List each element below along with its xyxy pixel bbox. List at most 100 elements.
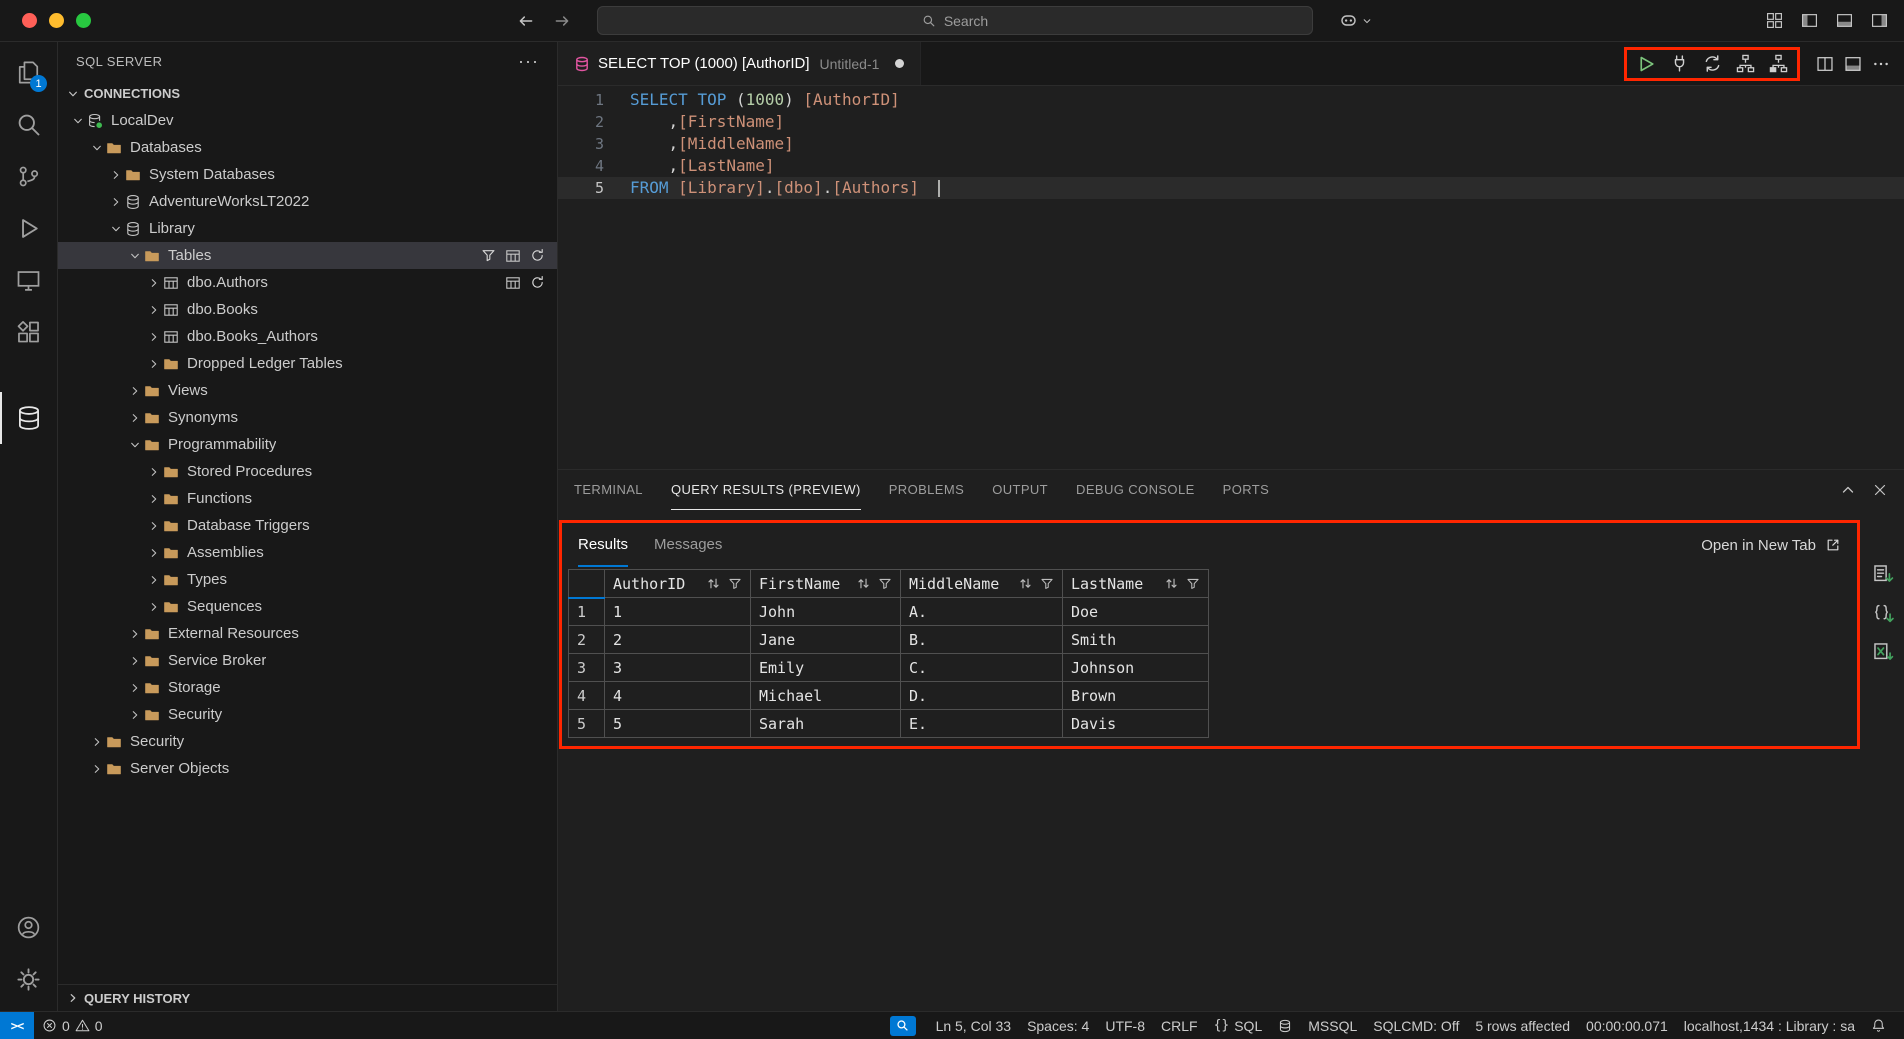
chevron-right-icon[interactable]: [144, 599, 163, 615]
chevron-right-icon[interactable]: [144, 329, 163, 345]
messages-tab[interactable]: Messages: [654, 523, 722, 567]
estimated-plan-icon[interactable]: [1736, 54, 1755, 73]
sidebar-more-actions-icon[interactable]: ···: [518, 51, 539, 72]
filter-icon[interactable]: [1040, 577, 1054, 591]
indentation-status[interactable]: Spaces: 4: [1019, 1012, 1097, 1039]
tree-item-system-databases[interactable]: System Databases: [58, 161, 557, 188]
extensions-icon[interactable]: [0, 306, 57, 358]
query-history-section-header[interactable]: QUERY HISTORY: [58, 984, 557, 1011]
run-debug-icon[interactable]: [0, 202, 57, 254]
grid-cell[interactable]: Sarah: [751, 710, 901, 738]
grid-cell[interactable]: Johnson: [1063, 654, 1209, 682]
tree-item-sequences[interactable]: Sequences: [58, 593, 557, 620]
code-line-1[interactable]: 1SELECT TOP (1000) [AuthorID]: [558, 89, 1904, 111]
chevron-down-icon[interactable]: [125, 248, 144, 264]
save-as-excel-icon[interactable]: [1873, 642, 1894, 663]
tree-item-dropped-ledger-tables[interactable]: Dropped Ledger Tables: [58, 350, 557, 377]
chevron-down-icon[interactable]: [125, 437, 144, 453]
tree-item-storage[interactable]: Storage: [58, 674, 557, 701]
editor-tab[interactable]: SELECT TOP (1000) [AuthorID] Untitled-1: [558, 42, 921, 85]
sqlcmd-status[interactable]: SQLCMD: Off: [1365, 1012, 1467, 1039]
change-connection-icon[interactable]: [1703, 54, 1722, 73]
filter-icon[interactable]: [878, 577, 892, 591]
tree-item-views[interactable]: Views: [58, 377, 557, 404]
filter-icon[interactable]: [481, 248, 496, 264]
grid-cell[interactable]: John: [751, 598, 901, 626]
grid-cell[interactable]: Smith: [1063, 626, 1209, 654]
grid-cell[interactable]: D.: [901, 682, 1063, 710]
toggle-primary-sidebar-icon[interactable]: [1801, 12, 1818, 29]
more-actions-icon[interactable]: [1872, 55, 1890, 73]
chevron-right-icon[interactable]: [87, 734, 106, 750]
tree-item-tables[interactable]: Tables: [58, 242, 557, 269]
tree-item-server-objects[interactable]: Server Objects: [58, 755, 557, 782]
panel-tab-terminal[interactable]: TERMINAL: [574, 470, 643, 510]
close-panel-icon[interactable]: [1872, 482, 1888, 498]
grid-row-number[interactable]: 4: [569, 682, 605, 710]
chevron-right-icon[interactable]: [125, 707, 144, 723]
chevron-down-icon[interactable]: [68, 113, 87, 129]
tree-item-service-broker[interactable]: Service Broker: [58, 647, 557, 674]
filter-icon[interactable]: [1186, 577, 1200, 591]
tree-item-dbo-books-authors[interactable]: dbo.Books_Authors: [58, 323, 557, 350]
code-line-5[interactable]: 5FROM [Library].[dbo].[Authors]: [558, 177, 1904, 199]
chevron-right-icon[interactable]: [106, 194, 125, 210]
panel-tab-output[interactable]: OUTPUT: [992, 470, 1048, 510]
connection-status[interactable]: localhost,1434 : Library : sa: [1676, 1012, 1863, 1039]
grid-column-header-middlename[interactable]: MiddleName: [901, 570, 1063, 598]
save-as-json-icon[interactable]: [1873, 603, 1894, 624]
refresh-icon[interactable]: [530, 275, 545, 291]
tree-item-functions[interactable]: Functions: [58, 485, 557, 512]
grid-column-header-authorid[interactable]: AuthorID: [605, 570, 751, 598]
source-control-icon[interactable]: [0, 150, 57, 202]
grid-cell[interactable]: C.: [901, 654, 1063, 682]
panel-tab-ports[interactable]: PORTS: [1223, 470, 1270, 510]
tree-item-external-resources[interactable]: External Resources: [58, 620, 557, 647]
notifications-bell-icon[interactable]: [1863, 1012, 1894, 1039]
sort-icon[interactable]: [1164, 576, 1179, 591]
code-line-4[interactable]: 4 ,[LastName]: [558, 155, 1904, 177]
chevron-down-icon[interactable]: [87, 140, 106, 156]
grid-cell[interactable]: B.: [901, 626, 1063, 654]
tree-item-types[interactable]: Types: [58, 566, 557, 593]
chevron-right-icon[interactable]: [144, 275, 163, 291]
grid-column-header-lastname[interactable]: LastName: [1063, 570, 1209, 598]
sql-server-view-icon[interactable]: [0, 392, 57, 444]
grid-column-header-firstname[interactable]: FirstName: [751, 570, 901, 598]
provider-status[interactable]: MSSQL: [1300, 1012, 1365, 1039]
panel-tab-query-results[interactable]: QUERY RESULTS (PREVIEW): [671, 470, 861, 510]
grid-cell[interactable]: E.: [901, 710, 1063, 738]
table-icon[interactable]: [505, 248, 521, 264]
grid-cell[interactable]: 2: [605, 626, 751, 654]
unsaved-changes-dot[interactable]: [895, 59, 904, 68]
code-line-2[interactable]: 2 ,[FirstName]: [558, 111, 1904, 133]
chevron-right-icon[interactable]: [106, 167, 125, 183]
grid-cell[interactable]: Jane: [751, 626, 901, 654]
tree-item-stored-procedures[interactable]: Stored Procedures: [58, 458, 557, 485]
results-tab[interactable]: Results: [578, 523, 628, 567]
table-icon[interactable]: [505, 275, 521, 291]
grid-cell[interactable]: 1: [605, 598, 751, 626]
open-in-new-tab-button[interactable]: Open in New Tab: [1701, 523, 1841, 567]
eol-status[interactable]: CRLF: [1153, 1012, 1206, 1039]
customize-layout-icon[interactable]: [1766, 12, 1783, 29]
chevron-right-icon[interactable]: [144, 518, 163, 534]
encoding-status[interactable]: UTF-8: [1097, 1012, 1153, 1039]
chevron-right-icon[interactable]: [125, 383, 144, 399]
split-editor-icon[interactable]: [1816, 55, 1834, 73]
tree-item-security[interactable]: Security: [58, 701, 557, 728]
tree-item-database-triggers[interactable]: Database Triggers: [58, 512, 557, 539]
grid-row-number[interactable]: 5: [569, 710, 605, 738]
grid-cell[interactable]: 3: [605, 654, 751, 682]
nav-forward-icon[interactable]: [553, 12, 571, 30]
explorer-icon[interactable]: 1: [0, 46, 57, 98]
toggle-secondary-sidebar-icon[interactable]: [1871, 12, 1888, 29]
chevron-right-icon[interactable]: [144, 491, 163, 507]
panel-tab-problems[interactable]: PROBLEMS: [889, 470, 964, 510]
grid-select-all-corner[interactable]: [569, 570, 605, 598]
chevron-right-icon[interactable]: [144, 545, 163, 561]
tree-item-adventureworkslt2022[interactable]: AdventureWorksLT2022: [58, 188, 557, 215]
grid-cell[interactable]: Davis: [1063, 710, 1209, 738]
grid-row-number[interactable]: 3: [569, 654, 605, 682]
grid-cell[interactable]: 5: [605, 710, 751, 738]
